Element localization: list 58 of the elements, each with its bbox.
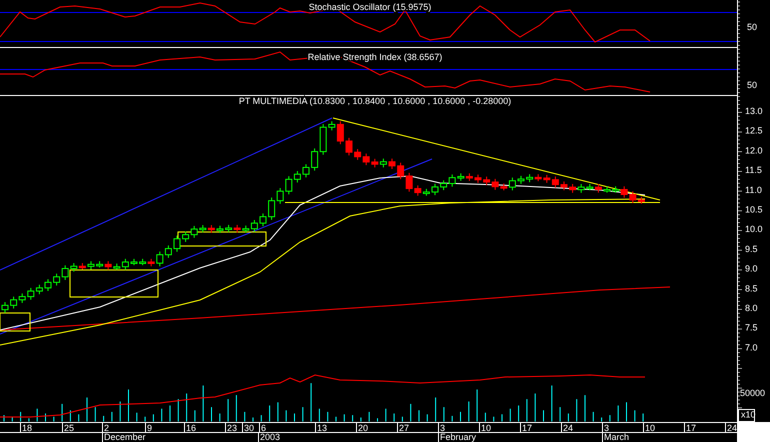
axis-label: 7.5 [745,322,758,333]
candlestick [474,174,482,184]
axis-label: 16 [186,423,196,433]
candlestick [518,175,524,184]
candlestick [302,164,310,178]
axis-label: 2 [104,423,110,433]
corner-block [737,422,770,442]
axis-label: 10.5 [745,204,763,214]
axis-label: 2003 [260,432,280,442]
axis-label: 13.0 [745,106,763,116]
axis-label: 50 [747,22,758,32]
axis-label: 13 [317,423,328,433]
axis-label: 10.0 [745,224,763,234]
candlestick [216,225,224,234]
axis-label: 6 [261,423,266,433]
axis-label: 30 [244,423,254,433]
axis-label: 25 [64,423,74,433]
axis-label: 11.5 [745,165,762,176]
axis-label: December [104,432,146,442]
candlestick [346,137,352,156]
axis-label: 9.0 [745,264,758,274]
axis-label: March [604,432,630,442]
highlight-frame [0,312,30,332]
candlestick [388,158,396,170]
axis-label: 23 [227,423,238,433]
axis-label: 9.5 [745,244,758,254]
axis-label: 7.0 [745,342,758,352]
axis-label: 27 [399,423,410,433]
axis-label: 12.5 [745,126,763,136]
axis-label: February [440,432,476,442]
axis-label: 50000 [740,388,766,398]
candlestick [604,186,610,194]
axis-label: 24 [563,423,574,433]
axis-label: 8.5 [745,283,758,294]
axis-label: 3 [604,423,610,433]
axis-label: 24 [727,423,738,433]
candlestick [260,213,266,227]
axis-label: 11.0 [745,184,762,195]
candlestick [432,183,438,196]
axis-label: 20 [358,423,368,433]
axis-label: 10 [645,423,656,433]
axis-label: 50 [747,80,758,90]
axis-label: 12.0 [745,145,763,156]
candlestick [44,278,52,292]
axis-label: 8.0 [745,303,758,313]
chart-title: PT MULTIMEDIA (10.8300 , 10.8400 , 10.6000 , 10.6000 , -0.28000) [238,96,512,106]
axis-label: 17 [522,423,532,433]
candlestick [2,302,8,314]
axis-label: 3 [440,423,446,433]
candlestick [560,180,568,191]
chart-title: Stochastic Oscillator (15.9575) [308,2,432,12]
axis-label: 17 [686,423,696,433]
axis-label: 10 [481,423,492,433]
candlestick [130,258,138,266]
candlestick [88,260,94,270]
candlestick [174,235,180,252]
axis-label: 9 [147,423,152,433]
axis-label: 18 [22,423,32,433]
